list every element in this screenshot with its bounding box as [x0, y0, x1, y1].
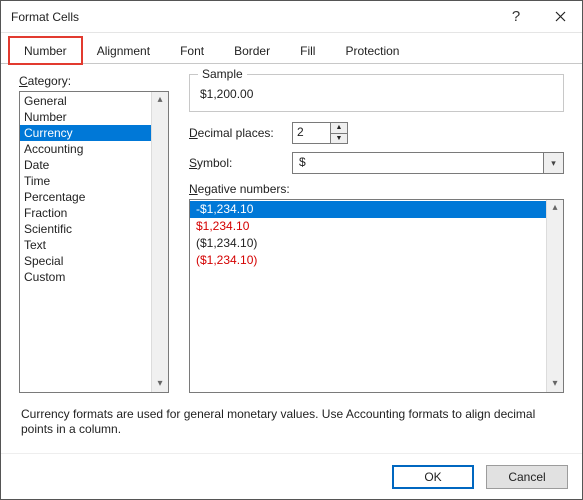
scroll-up-icon: ▴ [157, 94, 162, 106]
category-item-text[interactable]: Text [20, 237, 151, 253]
category-label: Category: [19, 74, 169, 88]
tab-body: Category: General Number Currency Accoun… [1, 64, 582, 453]
negative-item-2[interactable]: $1,234.10 [190, 218, 546, 235]
category-item-currency[interactable]: Currency [20, 125, 151, 141]
category-item-percentage[interactable]: Percentage [20, 189, 151, 205]
chevron-down-icon: ▾ [551, 158, 556, 169]
scroll-up-icon: ▴ [552, 202, 557, 214]
decimal-places-label: Decimal places: [189, 126, 284, 140]
decimal-places-value[interactable]: 2 [293, 123, 330, 143]
category-scrollbar[interactable]: ▴ ▾ [151, 92, 168, 392]
negative-item-3[interactable]: ($1,234.10) [190, 235, 546, 252]
negative-numbers-label: Negative numbers: [189, 182, 564, 196]
close-icon [555, 11, 566, 22]
tab-number[interactable]: Number [9, 37, 82, 64]
titlebar: Format Cells ? [1, 1, 582, 33]
symbol-value: $ [293, 153, 543, 173]
spinner-up[interactable]: ▲ [331, 123, 347, 134]
category-item-scientific[interactable]: Scientific [20, 221, 151, 237]
category-item-fraction[interactable]: Fraction [20, 205, 151, 221]
category-item-special[interactable]: Special [20, 253, 151, 269]
sample-label: Sample [198, 67, 247, 81]
tab-protection[interactable]: Protection [330, 37, 414, 64]
spinner-down[interactable]: ▼ [331, 134, 347, 144]
negative-item-4[interactable]: ($1,234.10) [190, 252, 546, 269]
symbol-dropdown-button[interactable]: ▾ [543, 153, 563, 173]
sample-group: Sample $1,200.00 [189, 74, 564, 112]
description-text: Currency formats are used for general mo… [19, 393, 564, 447]
category-item-custom[interactable]: Custom [20, 269, 151, 285]
negative-scrollbar[interactable]: ▴ ▾ [546, 200, 563, 392]
window-title: Format Cells [11, 10, 494, 24]
help-button[interactable]: ? [494, 2, 538, 32]
negative-item-1[interactable]: -$1,234.10 [190, 201, 546, 218]
category-item-date[interactable]: Date [20, 157, 151, 173]
scroll-down-icon: ▾ [157, 378, 162, 390]
tab-strip: Number Alignment Font Border Fill Protec… [1, 33, 582, 64]
category-listbox[interactable]: General Number Currency Accounting Date … [19, 91, 169, 393]
sample-value: $1,200.00 [200, 87, 553, 101]
cancel-button[interactable]: Cancel [486, 465, 568, 489]
ok-button[interactable]: OK [392, 465, 474, 489]
format-cells-dialog: Format Cells ? Number Alignment Font Bor… [0, 0, 583, 500]
tab-fill[interactable]: Fill [285, 37, 330, 64]
symbol-select[interactable]: $ ▾ [292, 152, 564, 174]
tab-alignment[interactable]: Alignment [82, 37, 165, 64]
close-button[interactable] [538, 2, 582, 32]
dialog-footer: OK Cancel [1, 453, 582, 499]
category-item-time[interactable]: Time [20, 173, 151, 189]
decimal-spinner: ▲ ▼ [330, 123, 347, 143]
category-item-number[interactable]: Number [20, 109, 151, 125]
category-item-accounting[interactable]: Accounting [20, 141, 151, 157]
scroll-down-icon: ▾ [552, 378, 557, 390]
negative-numbers-listbox[interactable]: -$1,234.10 $1,234.10 ($1,234.10) ($1,234… [189, 199, 564, 393]
symbol-label: Symbol: [189, 156, 284, 170]
category-item-general[interactable]: General [20, 93, 151, 109]
tab-font[interactable]: Font [165, 37, 219, 64]
tab-border[interactable]: Border [219, 37, 285, 64]
decimal-places-input[interactable]: 2 ▲ ▼ [292, 122, 348, 144]
